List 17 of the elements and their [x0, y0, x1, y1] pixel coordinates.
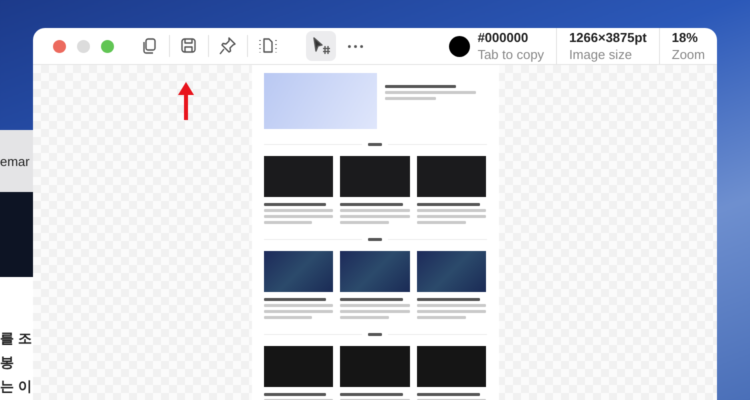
close-button[interactable] — [53, 40, 66, 52]
stat-value: 18% — [672, 30, 699, 45]
article-text: 는 이 — [0, 377, 33, 396]
pointer-arrow-icon — [178, 82, 194, 120]
cursor-tool-button[interactable] — [306, 31, 336, 61]
stat-value: 1266×3875pt — [569, 30, 647, 45]
more-icon — [348, 44, 362, 48]
cursor-icon — [311, 36, 331, 56]
stat-label: Image size — [569, 47, 633, 62]
article-text: 를 조 — [0, 329, 33, 348]
copy-hint: Tab to copy — [478, 47, 544, 62]
address-bar: emar — [0, 130, 33, 192]
color-value: #000000 — [478, 30, 530, 45]
color-swatch[interactable] — [448, 36, 470, 56]
stat-label: Zoom — [672, 47, 705, 62]
pin-icon — [218, 36, 238, 56]
article-text: 봉 — [0, 353, 15, 372]
